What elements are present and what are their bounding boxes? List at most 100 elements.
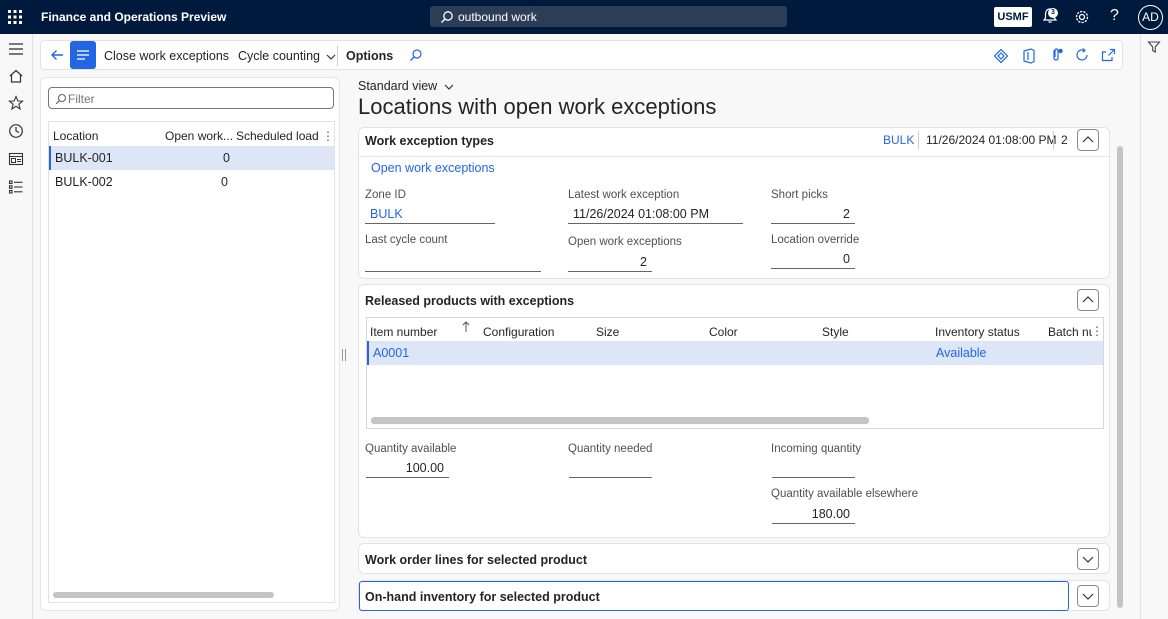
quantity-available-label: Quantity available xyxy=(365,443,457,455)
short-picks-label: Short picks xyxy=(771,189,828,201)
collapse-button[interactable] xyxy=(1077,129,1099,151)
power-apps-icon[interactable] xyxy=(993,48,1009,64)
column-header-location[interactable]: Location xyxy=(53,129,98,143)
search-icon xyxy=(55,93,67,105)
chevron-down-icon xyxy=(444,83,454,91)
hamburger-icon[interactable] xyxy=(8,41,24,57)
summary-zone: BULK xyxy=(883,133,915,147)
waffle-icon[interactable] xyxy=(6,8,24,26)
open-work-cell: 0 xyxy=(221,175,228,189)
options-tab[interactable]: Options xyxy=(346,49,393,63)
last-cycle-count-field xyxy=(365,254,541,272)
page-options-button[interactable] xyxy=(70,41,96,69)
more-columns-icon[interactable]: ⋮ xyxy=(1091,324,1103,338)
separator xyxy=(918,131,919,149)
quantity-elsewhere-field: 180.00 xyxy=(772,506,855,524)
back-arrow-icon[interactable] xyxy=(50,48,64,62)
view-selector[interactable]: Standard view xyxy=(358,79,454,93)
open-work-cell: 0 xyxy=(223,151,230,165)
table-row[interactable]: BULK-002 0 xyxy=(49,170,334,194)
company-selector[interactable]: USMF xyxy=(994,7,1032,27)
column-header-inventory-status[interactable]: Inventory status xyxy=(935,325,1020,339)
column-header-scheduled-load[interactable]: Scheduled load xyxy=(236,129,319,143)
chevron-up-icon xyxy=(1082,136,1094,143)
inventory-status-cell: Available xyxy=(936,346,987,360)
zone-id-field[interactable]: BULK xyxy=(365,206,495,224)
quantity-needed-label: Quantity needed xyxy=(568,443,653,455)
work-exception-types-section: Work exception types BULK 11/26/2024 01:… xyxy=(358,127,1110,279)
pane-splitter[interactable] xyxy=(342,349,346,361)
view-name: Standard view xyxy=(358,79,438,93)
cycle-counting-label: Cycle counting xyxy=(238,49,320,63)
quantity-available-field: 100.00 xyxy=(366,460,449,478)
notification-badge: 3 xyxy=(1048,8,1058,18)
vertical-scrollbar[interactable] xyxy=(1117,146,1123,608)
section-title[interactable]: Work exception types xyxy=(365,134,494,148)
expand-button[interactable] xyxy=(1077,548,1099,570)
action-pane: Close work exceptions Cycle counting Opt… xyxy=(40,40,1123,70)
workspace-icon[interactable] xyxy=(8,151,24,167)
column-header-open-work[interactable]: Open work... xyxy=(165,129,233,143)
home-icon[interactable] xyxy=(8,68,24,84)
collapse-button[interactable] xyxy=(1077,289,1099,311)
horizontal-scrollbar[interactable] xyxy=(371,417,869,424)
quantity-elsewhere-label: Quantity available elsewhere xyxy=(771,488,919,500)
on-hand-inventory-section: On-hand inventory for selected product xyxy=(358,580,1110,611)
zone-id-label: Zone ID xyxy=(365,189,406,201)
filter-placeholder: Filter xyxy=(68,92,95,106)
incoming-quantity-field xyxy=(772,460,855,478)
section-title[interactable]: On-hand inventory for selected product xyxy=(365,590,600,604)
column-header-item-number[interactable]: Item number xyxy=(370,325,437,339)
location-override-label: Location override xyxy=(771,234,860,246)
attachment-icon[interactable] xyxy=(1048,47,1064,63)
chevron-down-icon xyxy=(326,53,336,61)
short-picks-field: 2 xyxy=(771,206,855,224)
filter-icon[interactable] xyxy=(1147,40,1161,54)
office-icon[interactable] xyxy=(1022,48,1036,64)
open-work-exceptions-link[interactable]: Open work exceptions xyxy=(371,161,495,175)
divider xyxy=(359,156,1109,157)
search-icon[interactable] xyxy=(409,48,423,62)
right-pane xyxy=(1140,34,1168,619)
horizontal-scrollbar[interactable] xyxy=(53,592,274,598)
item-number-cell[interactable]: A0001 xyxy=(373,346,409,360)
last-cycle-count-label: Last cycle count xyxy=(365,234,448,246)
clock-icon[interactable] xyxy=(8,123,24,139)
cycle-counting-menu[interactable]: Cycle counting xyxy=(238,49,336,63)
latest-work-exception-label: Latest work exception xyxy=(568,189,680,201)
column-header-batch-number[interactable]: Batch nu xyxy=(1048,325,1092,339)
column-header-style[interactable]: Style xyxy=(822,325,849,339)
open-work-exceptions-label: Open work exceptions xyxy=(568,236,682,248)
help-icon[interactable]: ? xyxy=(1110,7,1119,25)
location-cell: BULK-002 xyxy=(55,175,113,189)
summary-count: 2 xyxy=(1061,133,1068,147)
chevron-down-icon xyxy=(1082,556,1094,563)
filter-input[interactable]: Filter xyxy=(48,87,334,109)
global-search-box[interactable]: outbound work xyxy=(430,6,787,27)
table-row[interactable]: A0001 Available xyxy=(367,341,1103,365)
open-work-exceptions-field: 2 xyxy=(568,254,652,272)
table-row[interactable]: BULK-001 0 xyxy=(49,146,334,170)
quantity-needed-field xyxy=(569,460,652,478)
star-icon[interactable] xyxy=(8,95,24,111)
gear-icon[interactable] xyxy=(1074,9,1090,25)
close-work-exceptions-button[interactable]: Close work exceptions xyxy=(104,49,229,63)
open-in-new-window-icon[interactable] xyxy=(1101,48,1116,62)
list-icon[interactable] xyxy=(8,179,24,195)
left-navigation xyxy=(0,34,33,619)
latest-work-exception-field: 11/26/2024 01:08:00 PM xyxy=(568,206,743,224)
column-header-size[interactable]: Size xyxy=(596,325,619,339)
section-title[interactable]: Released products with exceptions xyxy=(365,294,574,308)
avatar[interactable]: AD xyxy=(1138,5,1163,30)
sort-ascending-icon xyxy=(462,321,470,333)
products-grid: Item number Configuration Size Color Sty… xyxy=(366,317,1104,429)
refresh-icon[interactable] xyxy=(1074,47,1090,63)
more-columns-icon[interactable]: ⋮ xyxy=(322,129,334,143)
search-text: outbound work xyxy=(458,10,537,24)
separator xyxy=(337,46,338,66)
section-title[interactable]: Work order lines for selected product xyxy=(365,553,587,567)
column-header-color[interactable]: Color xyxy=(709,325,738,339)
column-header-configuration[interactable]: Configuration xyxy=(483,325,554,339)
incoming-quantity-label: Incoming quantity xyxy=(771,443,862,455)
expand-button[interactable] xyxy=(1077,585,1099,607)
